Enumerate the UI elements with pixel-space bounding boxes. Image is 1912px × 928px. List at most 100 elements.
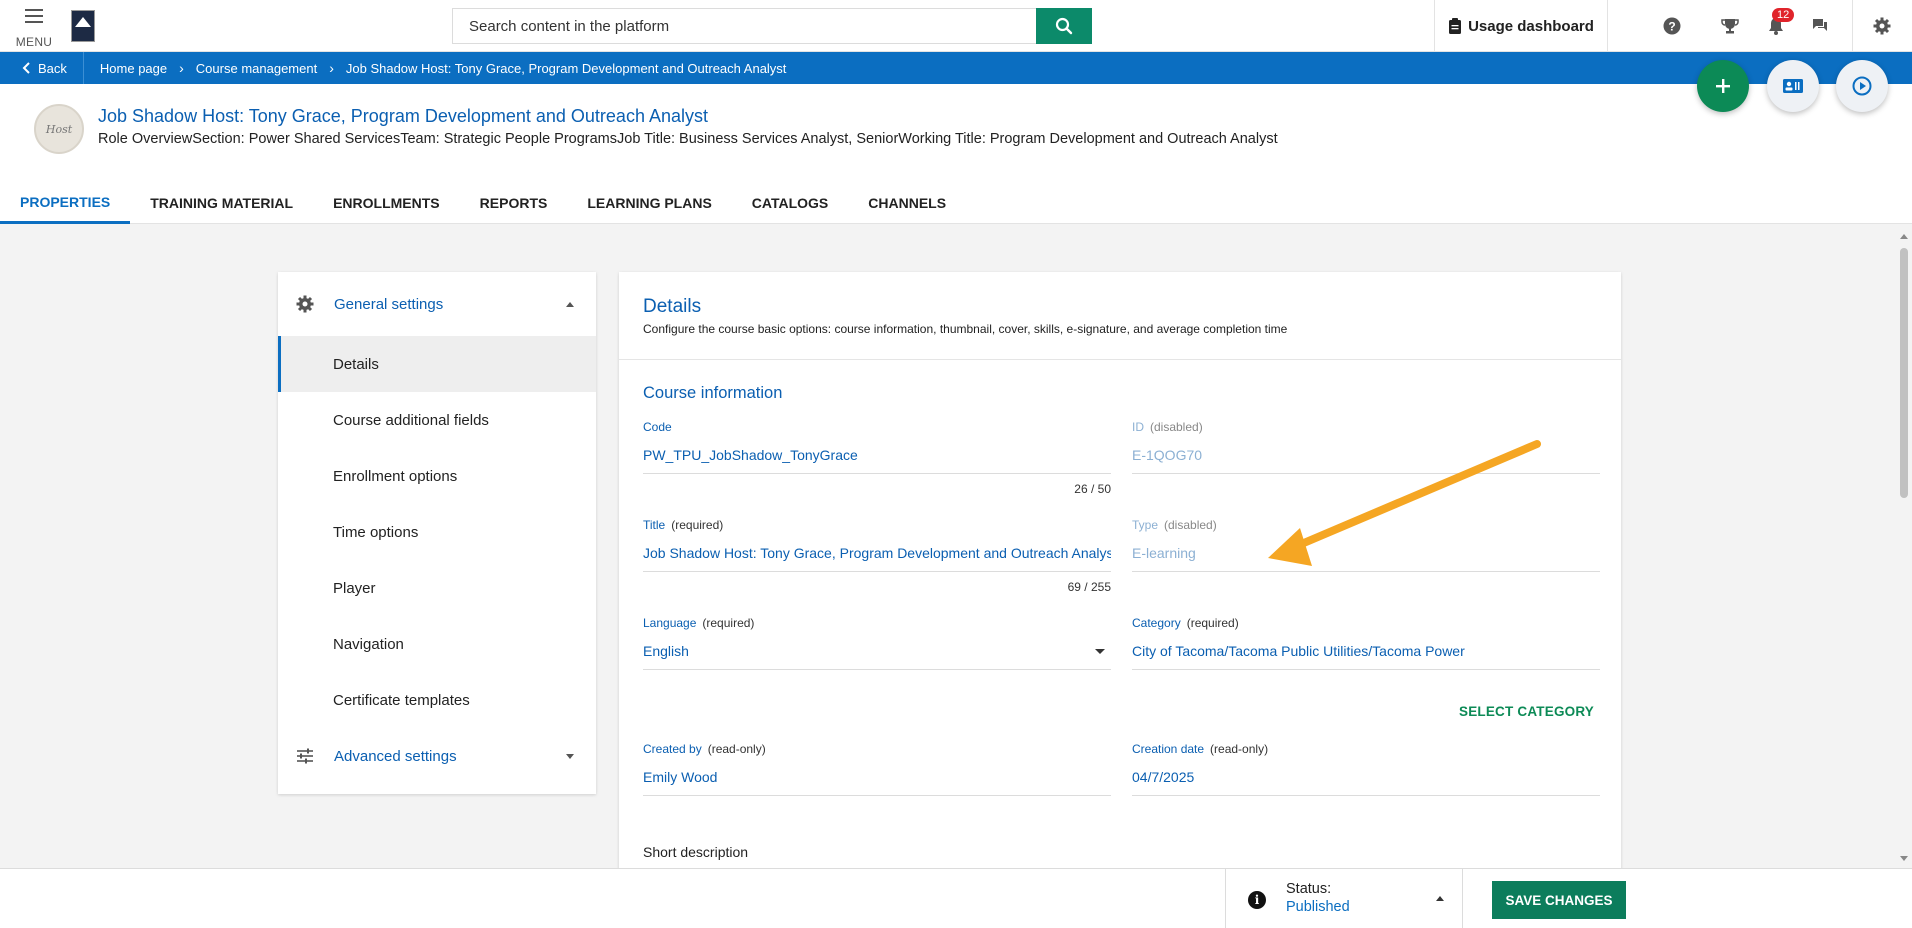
course-card-button[interactable] bbox=[1767, 60, 1819, 112]
page-title: Job Shadow Host: Tony Grace, Program Dev… bbox=[98, 106, 708, 126]
tab-channels[interactable]: CHANNELS bbox=[848, 182, 966, 224]
menu-item-navigation[interactable]: Navigation bbox=[278, 616, 596, 672]
language-label: Language (required) bbox=[643, 616, 755, 630]
search-bar bbox=[452, 8, 1092, 44]
title-char-count: 69 / 255 bbox=[1067, 580, 1111, 594]
title-field: Title (required) Job Shadow Host: Tony Gr… bbox=[643, 518, 1111, 594]
details-header: Details Configure the course basic optio… bbox=[619, 272, 1621, 360]
achievements-button[interactable] bbox=[1718, 14, 1742, 38]
trophy-icon bbox=[1721, 19, 1739, 34]
creation-date-label: Creation date (read-only) bbox=[1132, 742, 1269, 756]
top-bar: MENU Usage dashboard ? 12 bbox=[0, 0, 1912, 52]
menu-item-certificate-templates[interactable]: Certificate templates bbox=[278, 672, 596, 728]
preview-play-button[interactable] bbox=[1836, 60, 1888, 112]
course-header: Host Job Shadow Host: Tony Grace, Progra… bbox=[0, 84, 1912, 224]
messages-button[interactable] bbox=[1808, 14, 1832, 38]
back-label: Back bbox=[38, 60, 67, 76]
breadcrumb: Home page › Course management › Job Shad… bbox=[84, 60, 787, 76]
chat-icon bbox=[1813, 19, 1827, 31]
code-input[interactable]: PW_TPU_JobShadow_TonyGrace bbox=[643, 442, 1111, 474]
code-field: Code PW_TPU_JobShadow_TonyGrace 26 / 50 bbox=[643, 420, 1111, 496]
thumbnail-text: Host bbox=[45, 122, 73, 136]
svg-text:?: ? bbox=[1668, 20, 1675, 34]
chevron-right-icon: › bbox=[179, 60, 184, 76]
page-scrollbar[interactable] bbox=[1896, 232, 1912, 864]
short-description-label: Short description bbox=[643, 844, 749, 860]
tab-catalogs[interactable]: CATALOGS bbox=[732, 182, 848, 224]
tab-learning-plans[interactable]: LEARNING PLANS bbox=[567, 182, 731, 224]
plus-icon bbox=[1716, 79, 1730, 93]
course-subtitle: Role OverviewSection: Power Shared Servi… bbox=[98, 131, 1278, 147]
id-field: ID (disabled) E-1QOG70 bbox=[1132, 420, 1600, 474]
gear-icon bbox=[296, 295, 314, 313]
details-panel: Details Configure the course basic optio… bbox=[619, 272, 1621, 882]
menu-item-course-additional-fields[interactable]: Course additional fields bbox=[278, 392, 596, 448]
usage-dashboard-label: Usage dashboard bbox=[1468, 17, 1594, 35]
type-field: Type (disabled) E-learning bbox=[1132, 518, 1600, 572]
chevron-down-icon bbox=[1095, 649, 1105, 654]
clipboard-icon bbox=[1449, 18, 1462, 34]
tab-training-material[interactable]: TRAINING MATERIAL bbox=[130, 182, 313, 224]
play-icon bbox=[1852, 76, 1872, 96]
menu-item-enrollment-options[interactable]: Enrollment options bbox=[278, 448, 596, 504]
sliders-icon bbox=[297, 748, 313, 764]
details-title: Details bbox=[643, 296, 702, 317]
select-category-button[interactable]: SELECT CATEGORY bbox=[1459, 704, 1594, 719]
type-input: E-learning bbox=[1132, 540, 1600, 572]
tab-properties[interactable]: PROPERTIES bbox=[0, 182, 131, 224]
tab-reports[interactable]: REPORTS bbox=[460, 182, 568, 224]
menu-item-details[interactable]: Details bbox=[278, 336, 596, 392]
scrollbar-thumb[interactable] bbox=[1900, 248, 1908, 498]
id-input: E-1QOG70 bbox=[1132, 442, 1600, 474]
bottom-bar: i Status: Published SAVE CHANGES bbox=[0, 868, 1912, 928]
created-by-label: Created by (read-only) bbox=[643, 742, 766, 756]
course-thumbnail: Host bbox=[34, 104, 84, 154]
save-changes-button[interactable]: SAVE CHANGES bbox=[1492, 881, 1626, 919]
created-by-value: Emily Wood bbox=[643, 764, 1111, 796]
platform-logo[interactable] bbox=[71, 10, 95, 42]
language-select[interactable]: English bbox=[643, 638, 1111, 670]
search-button[interactable] bbox=[1036, 8, 1092, 44]
chevron-down-icon bbox=[566, 753, 574, 759]
menu-item-time-options[interactable]: Time options bbox=[278, 504, 596, 560]
creation-date-field: Creation date (read-only) 04/7/2025 bbox=[1132, 742, 1600, 796]
usage-dashboard-button[interactable]: Usage dashboard bbox=[1434, 0, 1608, 52]
status-selector[interactable]: i Status: Published bbox=[1225, 869, 1463, 928]
add-button[interactable] bbox=[1697, 60, 1749, 112]
course-tabs: PROPERTIES TRAINING MATERIAL ENROLLMENTS… bbox=[0, 182, 966, 224]
code-label: Code bbox=[643, 420, 672, 434]
id-label: ID (disabled) bbox=[1132, 420, 1203, 434]
menu-item-player[interactable]: Player bbox=[278, 560, 596, 616]
details-description: Configure the course basic options: cour… bbox=[643, 322, 1288, 336]
divider bbox=[1852, 0, 1853, 52]
settings-button[interactable] bbox=[1870, 14, 1894, 38]
general-settings-toggle[interactable]: General settings bbox=[278, 272, 596, 336]
title-input[interactable]: Job Shadow Host: Tony Grace, Program Dev… bbox=[643, 540, 1111, 572]
general-settings-label: General settings bbox=[334, 295, 444, 313]
help-button[interactable]: ? bbox=[1660, 14, 1684, 38]
back-button[interactable]: Back bbox=[0, 52, 84, 84]
breadcrumb-course-management[interactable]: Course management bbox=[196, 61, 317, 76]
breadcrumb-bar: Back Home page › Course management › Job… bbox=[0, 52, 1912, 84]
language-field: Language (required) English bbox=[643, 616, 1111, 670]
search-icon bbox=[1055, 17, 1073, 35]
search-input[interactable] bbox=[452, 8, 1036, 44]
course-information-heading: Course information bbox=[643, 384, 783, 402]
status-value: Published bbox=[1286, 899, 1350, 915]
chevron-up-icon bbox=[1436, 896, 1444, 901]
title-label: Title (required) bbox=[643, 518, 724, 532]
category-label: Category (required) bbox=[1132, 616, 1239, 630]
type-label: Type (disabled) bbox=[1132, 518, 1217, 532]
status-label: Status: bbox=[1286, 881, 1332, 897]
scroll-up-arrow[interactable] bbox=[1900, 234, 1908, 239]
advanced-settings-toggle[interactable]: Advanced settings bbox=[278, 728, 596, 784]
scroll-down-arrow[interactable] bbox=[1900, 856, 1908, 861]
category-field: Category (required) City of Tacoma/Tacoma… bbox=[1132, 616, 1600, 670]
menu-label: MENU bbox=[15, 35, 53, 49]
id-card-icon bbox=[1783, 79, 1803, 93]
breadcrumb-home[interactable]: Home page bbox=[100, 61, 167, 76]
menu-button[interactable]: MENU bbox=[15, 6, 53, 50]
help-icon: ? bbox=[1663, 17, 1681, 35]
tab-enrollments[interactable]: ENROLLMENTS bbox=[313, 182, 460, 224]
code-char-count: 26 / 50 bbox=[1074, 482, 1111, 496]
